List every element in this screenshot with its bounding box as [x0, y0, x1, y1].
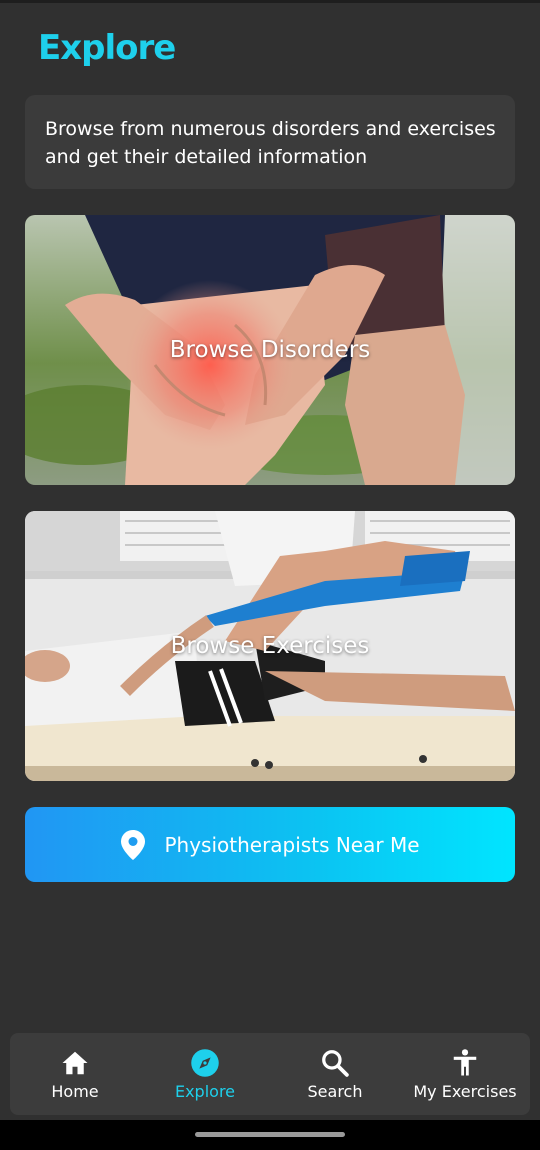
nav-label-search: Search	[307, 1082, 363, 1101]
nav-label-explore: Explore	[174, 1082, 236, 1101]
intro-text: Browse from numerous disorders and exerc…	[45, 118, 496, 168]
person-icon	[453, 1049, 477, 1076]
nav-item-search[interactable]: Search	[270, 1033, 400, 1115]
nav-item-explore[interactable]: Explore	[140, 1033, 270, 1115]
location-pin-icon	[121, 829, 146, 860]
status-bar-edge	[0, 0, 540, 3]
physiotherapists-near-me-label: Physiotherapists Near Me	[164, 832, 420, 857]
page-title: Explore	[38, 28, 176, 68]
browse-exercises-card[interactable]: Browse Exercises	[25, 511, 515, 781]
home-indicator[interactable]	[195, 1132, 345, 1137]
system-navigation-bar	[0, 1120, 540, 1150]
nav-label-my-exercises: My Exercises	[413, 1082, 517, 1101]
home-icon	[62, 1051, 88, 1075]
nav-item-home[interactable]: Home	[10, 1033, 140, 1115]
compass-icon	[191, 1049, 219, 1077]
intro-card: Browse from numerous disorders and exerc…	[25, 95, 515, 189]
browse-disorders-label: Browse Disorders	[169, 337, 371, 363]
nav-item-my-exercises[interactable]: My Exercises	[400, 1033, 530, 1115]
bottom-navigation: Home Explore Search My Exercises	[10, 1033, 530, 1115]
browse-disorders-card[interactable]: Browse Disorders	[25, 215, 515, 485]
nav-label-home: Home	[51, 1082, 99, 1101]
physiotherapists-near-me-button[interactable]: Physiotherapists Near Me	[25, 807, 515, 882]
search-icon	[322, 1050, 349, 1077]
browse-exercises-label: Browse Exercises	[170, 633, 370, 659]
